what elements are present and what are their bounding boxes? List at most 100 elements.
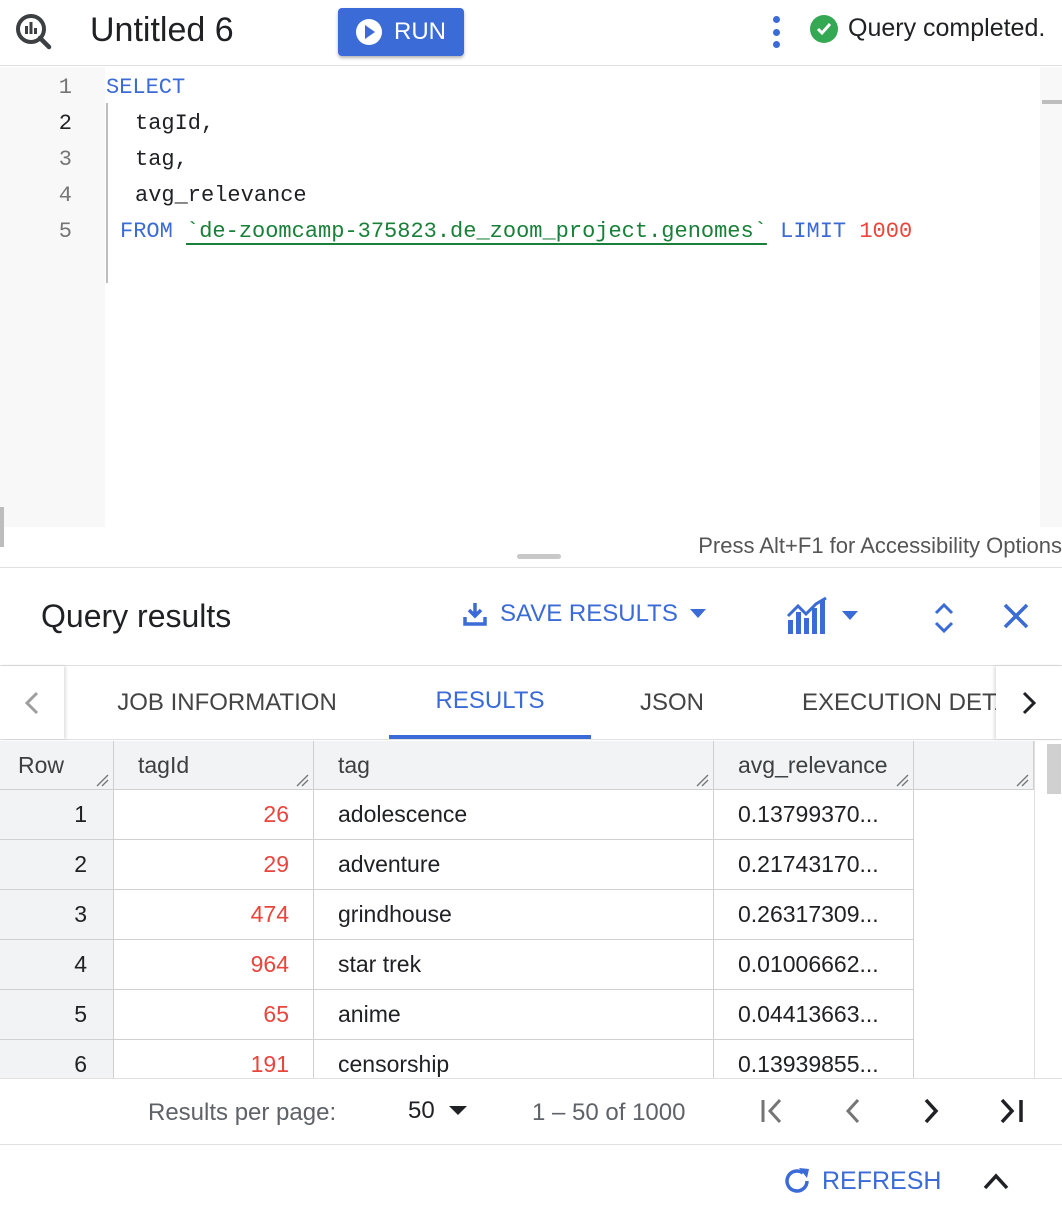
editor-left-marker — [0, 507, 4, 547]
tabs-scroll-left-button[interactable] — [0, 666, 64, 739]
column-resize-icon[interactable] — [695, 773, 709, 787]
page-range-text: 1 – 50 of 1000 — [532, 1099, 686, 1126]
chevron-left-icon — [845, 1098, 860, 1124]
results-title: Query results — [41, 598, 232, 634]
table-row: 6 191 censorship 0.13939855... — [0, 1040, 914, 1078]
row-number-cell: 3 — [0, 890, 114, 940]
editor-scroll-marker — [1042, 100, 1062, 104]
tab-json[interactable]: JSON — [612, 666, 732, 739]
row-number-cell: 6 — [0, 1040, 114, 1078]
tagid-cell[interactable]: 964 — [114, 940, 314, 990]
line-number: 2 — [58, 111, 72, 136]
avg-relevance-cell[interactable]: 0.13799370... — [714, 790, 914, 840]
query-status: Query completed. — [810, 14, 1045, 43]
pagination-bar: Results per page: 50 1 – 50 of 1000 — [0, 1078, 1062, 1145]
column-header-row: Row — [0, 741, 114, 790]
chevron-up-icon[interactable] — [982, 1170, 1010, 1194]
results-tabs: JOB INFORMATION RESULTS JSON EXECUTION D… — [0, 666, 1062, 740]
row-number-cell: 1 — [0, 790, 114, 840]
first-page-button[interactable] — [756, 1095, 788, 1127]
column-header-tag[interactable]: tag — [314, 741, 714, 790]
line-number-gutter: 1 2 3 4 5 — [0, 67, 105, 527]
tag-cell[interactable]: adventure — [314, 840, 714, 890]
table-vertical-scrollbar[interactable] — [1034, 741, 1062, 1078]
column-header-filler — [914, 741, 1034, 790]
table-row: 2 29 adventure 0.21743170... — [0, 840, 914, 890]
avg-relevance-cell[interactable]: 0.04413663... — [714, 990, 914, 1040]
results-table: Row tagId tag avg_relevance 1 26 adolesc… — [0, 741, 1062, 1078]
last-page-button[interactable] — [996, 1095, 1028, 1127]
more-options-icon[interactable] — [768, 14, 784, 50]
code-line-5: FROM `de-zoomcamp-375823.de_zoom_project… — [120, 219, 913, 244]
tag-cell[interactable]: star trek — [314, 940, 714, 990]
explore-data-button[interactable] — [786, 596, 858, 636]
table-row: 5 65 anime 0.04413663... — [0, 990, 914, 1040]
column-resize-icon[interactable] — [95, 773, 109, 787]
check-circle-icon — [810, 14, 838, 43]
save-results-button[interactable]: SAVE RESULTS — [462, 600, 706, 628]
table-row: 3 474 grindhouse 0.26317309... — [0, 890, 914, 940]
expand-collapse-icon[interactable] — [932, 602, 956, 634]
caret-down-icon — [448, 1106, 467, 1115]
tab-execution-details[interactable]: EXECUTION DETAILS — [802, 666, 996, 739]
code-line-4: avg_relevance — [135, 183, 307, 208]
tag-cell[interactable]: anime — [314, 990, 714, 1040]
tagid-cell[interactable]: 474 — [114, 890, 314, 940]
caret-down-icon — [842, 611, 858, 620]
column-resize-icon[interactable] — [295, 773, 309, 787]
download-icon — [463, 603, 487, 626]
row-number-cell: 5 — [0, 990, 114, 1040]
code-line-3: tag, — [135, 147, 188, 172]
caret-down-icon — [689, 609, 706, 618]
tag-cell[interactable]: grindhouse — [314, 890, 714, 940]
tag-cell[interactable]: adolescence — [314, 790, 714, 840]
bigquery-logo-icon — [16, 14, 52, 50]
query-title[interactable]: Untitled 6 — [90, 10, 234, 50]
avg-relevance-cell[interactable]: 0.13939855... — [714, 1040, 914, 1078]
last-page-icon — [1000, 1098, 1023, 1124]
chevron-right-icon — [924, 1098, 939, 1124]
next-page-button[interactable] — [916, 1095, 948, 1127]
line-number: 1 — [58, 75, 72, 100]
top-bar: Untitled 6 RUN Query completed. — [0, 0, 1062, 66]
avg-relevance-cell[interactable]: 0.01006662... — [714, 940, 914, 990]
status-text: Query completed. — [848, 14, 1046, 42]
line-number: 5 — [58, 219, 72, 244]
first-page-icon — [761, 1098, 782, 1124]
column-resize-icon[interactable] — [895, 773, 909, 787]
chevron-right-icon — [1022, 691, 1036, 714]
chart-icon — [786, 596, 827, 634]
scrollbar-thumb[interactable] — [1047, 744, 1061, 794]
results-per-page-select[interactable]: 50 — [408, 1097, 467, 1125]
tagid-cell[interactable]: 26 — [114, 790, 314, 840]
avg-relevance-cell[interactable]: 0.26317309... — [714, 890, 914, 940]
sql-editor[interactable]: 1 2 3 4 5 SELECT tagId, tag, avg_relevan… — [0, 67, 1062, 547]
code-area[interactable] — [105, 67, 1040, 527]
previous-page-button[interactable] — [836, 1095, 868, 1127]
avg-relevance-cell[interactable]: 0.21743170... — [714, 840, 914, 890]
tabs-scroll-right-button[interactable] — [996, 666, 1062, 739]
code-line-2: tagId, — [135, 111, 215, 136]
tagid-cell[interactable]: 65 — [114, 990, 314, 1040]
table-row: 4 964 star trek 0.01006662... — [0, 940, 914, 990]
divider — [0, 567, 1062, 568]
refresh-button[interactable]: REFRESH — [782, 1166, 941, 1196]
close-icon[interactable] — [1002, 602, 1030, 630]
column-resize-icon[interactable] — [1015, 773, 1029, 787]
accessibility-hint: Press Alt+F1 for Accessibility Options — [698, 533, 1062, 558]
save-results-label: SAVE RESULTS — [500, 600, 678, 627]
resize-handle[interactable] — [517, 554, 561, 559]
refresh-icon — [785, 1168, 809, 1193]
tag-cell[interactable]: censorship — [314, 1040, 714, 1078]
tagid-cell[interactable]: 29 — [114, 840, 314, 890]
indent-guide — [106, 103, 108, 283]
row-number-cell: 4 — [0, 940, 114, 990]
column-header-tagid[interactable]: tagId — [114, 741, 314, 790]
row-number-cell: 2 — [0, 840, 114, 890]
run-button[interactable]: RUN — [338, 8, 464, 56]
tab-job-information[interactable]: JOB INFORMATION — [88, 666, 366, 739]
tab-results[interactable]: RESULTS — [389, 666, 591, 739]
table-row: 1 26 adolescence 0.13799370... — [0, 790, 914, 840]
column-header-avg-relevance[interactable]: avg_relevance — [714, 741, 914, 790]
tagid-cell[interactable]: 191 — [114, 1040, 314, 1078]
